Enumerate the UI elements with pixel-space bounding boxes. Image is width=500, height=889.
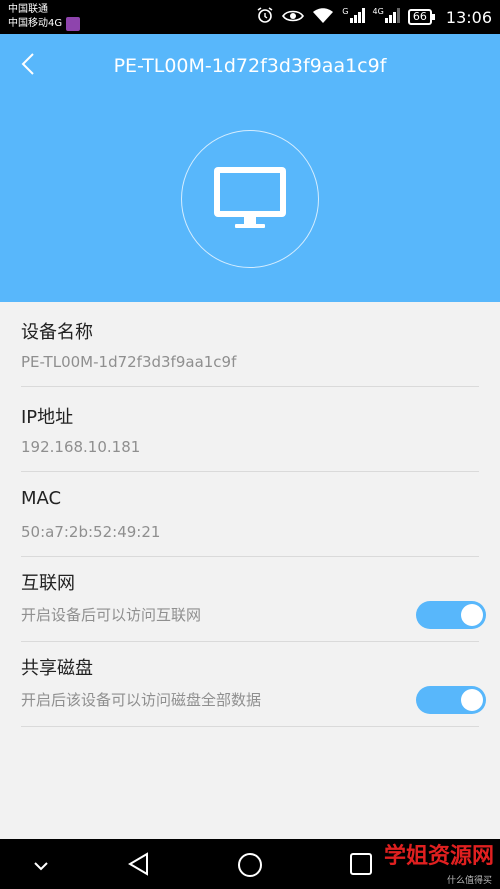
toggle-row-shared-disk: 共享磁盘 开启后该设备可以访问磁盘全部数据: [21, 642, 486, 727]
detail-row-mac: MAC 50:a7:2b:52:49:21: [21, 472, 479, 557]
network-2-label: 4G: [372, 7, 384, 16]
recents-nav-button[interactable]: [349, 852, 373, 880]
alarm-icon: [256, 6, 274, 28]
chevron-left-icon: [21, 53, 34, 75]
triangle-back-icon: [128, 852, 148, 876]
monitor-icon: [214, 167, 286, 228]
square-recents-icon: [350, 853, 372, 875]
carrier-2-label: 中国移动4G: [8, 18, 63, 29]
app-notification-icon: [66, 17, 80, 31]
hide-nav-button[interactable]: [34, 856, 48, 875]
circle-home-icon: [238, 853, 262, 877]
detail-row-device-name: 设备名称 PE-TL00M-1d72f3d3f9aa1c9f: [21, 302, 479, 387]
eye-comfort-icon: [282, 8, 305, 27]
detail-value: 50:a7:2b:52:49:21: [21, 523, 161, 541]
watermark-sub: 什么值得买: [446, 876, 492, 886]
home-nav-button[interactable]: [237, 852, 263, 882]
toggle-label: 互联网: [21, 573, 75, 594]
chevron-down-icon: [34, 862, 48, 871]
watermark: 学姐资源网: [383, 844, 494, 869]
detail-value: PE-TL00M-1d72f3d3f9aa1c9f: [21, 353, 237, 371]
toggle-description: 开启后该设备可以访问磁盘全部数据: [21, 691, 262, 709]
back-nav-button[interactable]: [127, 852, 151, 880]
signal-2-icon: 4G: [373, 7, 400, 27]
toggle-label: 共享磁盘: [21, 658, 93, 679]
back-button[interactable]: [14, 50, 42, 78]
detail-row-ip: IP地址 192.168.10.181: [21, 387, 479, 472]
toggle-knob: [461, 689, 483, 711]
detail-label: IP地址: [21, 407, 74, 428]
internet-toggle[interactable]: [416, 601, 486, 629]
toggle-row-internet: 互联网 开启设备后可以访问互联网: [21, 557, 486, 642]
network-1-label: G: [342, 7, 349, 16]
toggle-description: 开启设备后可以访问互联网: [21, 606, 202, 624]
status-icons: G 4G 66 13:06: [256, 0, 492, 34]
page-title: PE-TL00M-1d72f3d3f9aa1c9f: [113, 55, 387, 77]
device-header: PE-TL00M-1d72f3d3f9aa1c9f: [0, 34, 500, 302]
detail-label: 设备名称: [21, 322, 93, 343]
signal-1-icon: G: [342, 7, 365, 27]
clock: 13:06: [445, 7, 492, 27]
carrier-1-label: 中国联通: [8, 4, 48, 15]
detail-label: MAC: [21, 488, 62, 509]
carrier-info: 中国联通 中国移动4G: [8, 3, 62, 31]
toggle-knob: [461, 604, 483, 626]
device-avatar: [181, 130, 319, 268]
detail-value: 192.168.10.181: [21, 438, 141, 456]
shared-disk-toggle[interactable]: [416, 686, 486, 714]
battery-indicator: 66: [407, 9, 435, 25]
device-details: 设备名称 PE-TL00M-1d72f3d3f9aa1c9f IP地址 192.…: [0, 302, 500, 727]
status-bar: 中国联通 中国移动4G G 4G 66 13:06: [0, 0, 500, 34]
wifi-icon: [312, 7, 334, 27]
system-nav-bar: 学姐资源网 什么值得买: [0, 839, 500, 889]
